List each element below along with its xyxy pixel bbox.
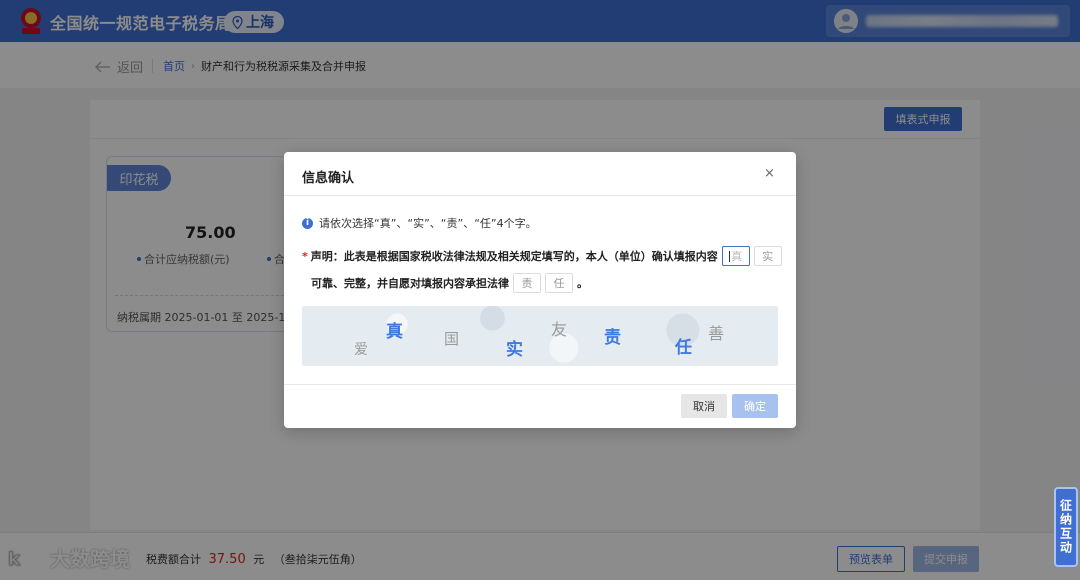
declaration-text-1: 声明：此表是根据国家税收法律法规及相关规定填写的，本人（单位）确认填报内容 [310, 250, 718, 263]
answer-slot-2[interactable]: 实 [753, 246, 782, 266]
cancel-button[interactable]: 取消 [681, 394, 727, 418]
captcha-char-you[interactable]: 友 [551, 316, 567, 340]
char-captcha[interactable]: 爱 真 国 实 友 责 任 善 [302, 306, 778, 366]
dialog-title: 信息确认 [302, 171, 355, 186]
captcha-char-shan[interactable]: 善 [708, 320, 724, 344]
divider [284, 195, 796, 196]
confirm-button[interactable]: 确定 [732, 394, 778, 418]
info-text: 请依次选择“真”、“实”、“责”、“任”4个字。 [319, 217, 537, 230]
answer-slot-1[interactable]: 真 [721, 246, 750, 266]
info-icon: i [302, 217, 313, 229]
interaction-float-button[interactable]: 征纳互动 [1054, 487, 1078, 567]
captcha-char-ze[interactable]: 责 [604, 323, 621, 348]
text-cursor [729, 250, 731, 262]
captcha-char-ren[interactable]: 任 [675, 333, 692, 358]
declaration-line-2: 可靠、完整，并自愿对填报内容承担法律 责 任 。 [311, 273, 588, 293]
captcha-background [302, 306, 778, 366]
answer-slot-3-text: 责 [521, 277, 533, 290]
answer-slot-4-text: 任 [553, 277, 565, 290]
answer-slot-1-text: 真 [731, 250, 743, 263]
captcha-char-guo[interactable]: 国 [444, 328, 459, 349]
answer-slot-2-text: 实 [762, 250, 774, 263]
answer-slot-3[interactable]: 责 [513, 273, 541, 293]
confirm-dialog: 信息确认 × i 请依次选择“真”、“实”、“责”、“任”4个字。 * 声明：此… [284, 152, 796, 428]
close-icon[interactable]: × [764, 166, 775, 181]
required-mark: * [302, 249, 308, 263]
divider [284, 384, 796, 385]
declaration-line-1: * 声明：此表是根据国家税收法律法规及相关规定填写的，本人（单位）确认填报内容 … [302, 246, 782, 266]
captcha-char-zhen[interactable]: 真 [386, 317, 403, 342]
captcha-char-ai[interactable]: 爱 [354, 339, 368, 359]
answer-slot-4[interactable]: 任 [545, 273, 573, 293]
declaration-period: 。 [577, 277, 588, 290]
captcha-char-shi[interactable]: 实 [506, 335, 523, 360]
info-hint: i 请依次选择“真”、“实”、“责”、“任”4个字。 [302, 215, 537, 231]
declaration-text-2: 可靠、完整，并自愿对填报内容承担法律 [311, 277, 509, 290]
